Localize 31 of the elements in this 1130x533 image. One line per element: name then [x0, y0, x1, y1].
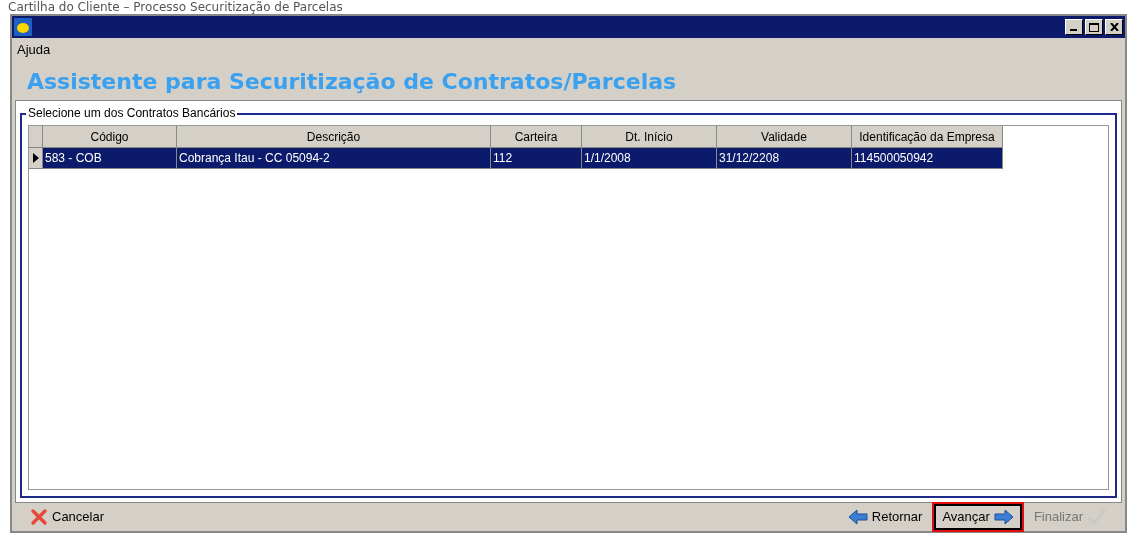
column-header: Descrição — [177, 126, 491, 148]
table-cell: Cobrança Itau - CC 05094-2 — [177, 148, 491, 169]
column-header: Dt. Início — [582, 126, 717, 148]
menu-item[interactable]: Ajuda — [16, 40, 52, 60]
page-caption: Cartilha do Cliente – Processo Securitização de Parcelas — [8, 0, 343, 14]
row-pointer-icon — [32, 153, 39, 163]
column-header: Carteira — [491, 126, 582, 148]
table-row[interactable]: 583 - COB Cobrança Itau - CC 05094-2 112 1/1/2008 31/12/2208 114500050942 — [29, 148, 1003, 169]
table-cell: 583 - COB — [43, 148, 177, 169]
minimize-button[interactable] — [1065, 19, 1083, 35]
cancel-button[interactable]: Cancelar — [24, 504, 111, 530]
next-button[interactable]: Avançar — [934, 504, 1022, 530]
maximize-icon — [1089, 22, 1099, 32]
wizard-heading: Assistente para Securitização de Contratos/Parcelas — [27, 67, 677, 96]
column-header: Identificação da Empresa — [852, 126, 1003, 148]
table-cell: 1/1/2008 — [582, 148, 717, 169]
close-icon — [1109, 23, 1119, 31]
app-icon — [14, 18, 32, 36]
table-cell: 112 — [491, 148, 582, 169]
right-arrow-icon — [993, 509, 1014, 525]
maximize-button[interactable] — [1085, 19, 1103, 35]
column-header: Código — [43, 126, 177, 148]
close-button[interactable] — [1105, 19, 1123, 35]
indicator-header — [29, 126, 43, 148]
close-icon — [30, 508, 48, 526]
left-arrow-icon — [847, 509, 868, 525]
back-button[interactable]: Retornar — [841, 504, 929, 530]
table-cell: 31/12/2208 — [717, 148, 852, 169]
table-cell: 114500050942 — [852, 148, 1003, 169]
group-label: Selecione um dos Contratos Bancários — [26, 106, 238, 120]
column-header: Validade — [717, 126, 852, 148]
